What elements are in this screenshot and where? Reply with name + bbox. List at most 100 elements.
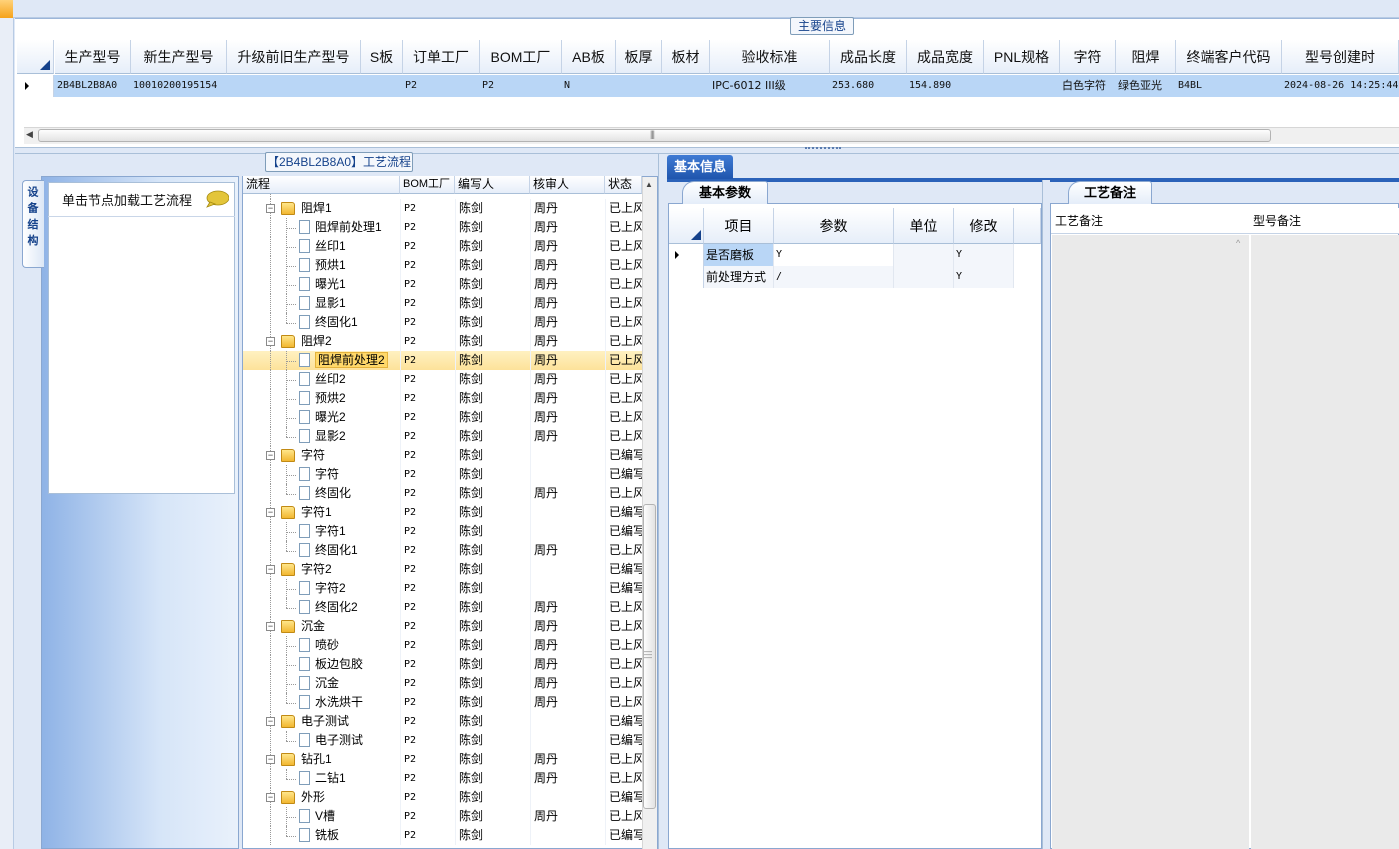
tree-row[interactable]: − 字符2 P2 陈剑 已编写 bbox=[243, 560, 642, 579]
tree-row[interactable]: 曝光2 P2 陈剑 周丹 已上风 bbox=[243, 408, 642, 427]
tree-row[interactable]: 终固化 P2 陈剑 周丹 已上风 bbox=[243, 484, 642, 503]
column-header-new-production-model[interactable]: 新生产型号 bbox=[131, 40, 227, 74]
tree-node-label[interactable]: 丝印1 bbox=[315, 237, 401, 256]
tree-node-label[interactable]: 丝印2 bbox=[315, 370, 401, 389]
cell-old-production-model[interactable] bbox=[229, 75, 360, 97]
flow-column-header-status[interactable]: 状态 bbox=[605, 176, 642, 194]
tab-basic-params[interactable]: 基本参数 bbox=[682, 181, 768, 204]
tree-node-label[interactable]: 铣板 bbox=[315, 826, 401, 845]
params-column-header-param[interactable]: 参数 bbox=[774, 208, 894, 244]
tree-node-label[interactable]: 钻孔1 bbox=[301, 750, 399, 769]
tree-node-label[interactable]: 二钻1 bbox=[315, 769, 401, 788]
tree-node-label[interactable]: V槽 bbox=[315, 807, 401, 826]
tree-node-label[interactable]: 字符1 bbox=[301, 503, 399, 522]
tree-node-label[interactable]: 显影2 bbox=[315, 427, 401, 446]
model-notes-textarea[interactable] bbox=[1251, 235, 1399, 849]
column-header-old-production-model[interactable]: 升级前旧生产型号 bbox=[227, 40, 361, 74]
column-header-model-created-time[interactable]: 型号创建时 bbox=[1282, 40, 1399, 74]
collapse-toggle-icon[interactable]: − bbox=[266, 755, 275, 764]
cell-bom-factory[interactable]: P2 bbox=[482, 75, 561, 97]
params-cell-modify[interactable]: Y bbox=[954, 266, 1014, 288]
horizontal-splitter[interactable] bbox=[15, 147, 1399, 154]
tree-row[interactable]: − 电子测试 P2 陈剑 已编写 bbox=[243, 712, 642, 731]
tree-row[interactable]: 字符1 P2 陈剑 已编写 bbox=[243, 522, 642, 541]
tree-row[interactable]: − 字符1 P2 陈剑 已编写 bbox=[243, 503, 642, 522]
tree-row[interactable]: 丝印1 P2 陈剑 周丹 已上风 bbox=[243, 237, 642, 256]
tree-row[interactable]: 铣板 P2 陈剑 已编写 bbox=[243, 826, 642, 845]
params-column-header-item[interactable]: 项目 bbox=[704, 208, 774, 244]
tree-row[interactable]: 曝光1 P2 陈剑 周丹 已上风 bbox=[243, 275, 642, 294]
column-header-board-thickness[interactable]: 板厚 bbox=[616, 40, 662, 74]
notes-scrollbar[interactable] bbox=[1233, 235, 1249, 849]
tree-node-label[interactable]: 电子测试 bbox=[301, 712, 399, 731]
cell-production-model[interactable]: 2B4BL2B8A0 bbox=[57, 75, 130, 97]
params-row[interactable]: 是否磨板 Y Y bbox=[669, 244, 1041, 266]
tab-basic-info[interactable]: 基本信息 bbox=[667, 155, 733, 179]
flow-column-header-flow[interactable]: 流程 bbox=[243, 176, 400, 194]
params-cell-unit[interactable] bbox=[894, 244, 954, 266]
collapse-toggle-icon[interactable]: − bbox=[266, 204, 275, 213]
grid-corner-header[interactable] bbox=[17, 40, 54, 74]
column-header-solder-mask[interactable]: 阻焊 bbox=[1116, 40, 1176, 74]
horizontal-scroll-thumb[interactable] bbox=[38, 129, 1271, 142]
tree-node-label[interactable]: 阻焊1 bbox=[301, 199, 399, 218]
cell-end-customer-code[interactable]: B4BL bbox=[1178, 75, 1281, 97]
tree-node-label[interactable]: 终固化 bbox=[315, 484, 401, 503]
tree-row[interactable]: − 外形 P2 陈剑 已编写 bbox=[243, 788, 642, 807]
cell-board-material[interactable] bbox=[664, 75, 709, 97]
cell-model-created-time[interactable]: 2024-08-26 14:25:44 bbox=[1284, 75, 1398, 97]
splitter-grip-icon[interactable] bbox=[805, 147, 841, 150]
column-header-finished-width[interactable]: 成品宽度 bbox=[907, 40, 984, 74]
vertical-splitter[interactable] bbox=[1042, 180, 1050, 849]
collapse-toggle-icon[interactable]: − bbox=[266, 717, 275, 726]
params-column-header-unit[interactable]: 单位 bbox=[894, 208, 954, 244]
column-header-finished-length[interactable]: 成品长度 bbox=[830, 40, 907, 74]
tree-node-label[interactable]: 终固化1 bbox=[315, 313, 401, 332]
tree-row[interactable]: 预烘1 P2 陈剑 周丹 已上风 bbox=[243, 256, 642, 275]
tree-node-label[interactable]: 沉金 bbox=[315, 674, 401, 693]
tree-row[interactable]: 预烘2 P2 陈剑 周丹 已上风 bbox=[243, 389, 642, 408]
tab-process-notes[interactable]: 工艺备注 bbox=[1068, 181, 1152, 204]
params-cell-unit[interactable] bbox=[894, 266, 954, 288]
process-notes-textarea[interactable] bbox=[1052, 235, 1249, 849]
tree-node-label[interactable]: 沉金 bbox=[301, 617, 399, 636]
tree-node-label[interactable]: 电子测试 bbox=[315, 731, 401, 750]
tree-node-label[interactable]: 字符 bbox=[315, 465, 401, 484]
cell-ab-board[interactable]: N bbox=[564, 75, 615, 97]
cell-pnl-spec[interactable] bbox=[986, 75, 1059, 97]
tree-row[interactable]: 电子测试 P2 陈剑 已编写 bbox=[243, 731, 642, 750]
tree-node-label[interactable]: 曝光1 bbox=[315, 275, 401, 294]
column-header-production-model[interactable]: 生产型号 bbox=[55, 40, 131, 74]
tree-row[interactable]: 终固化1 P2 陈剑 周丹 已上风 bbox=[243, 541, 642, 560]
tree-row[interactable]: 丝印2 P2 陈剑 周丹 已上风 bbox=[243, 370, 642, 389]
tree-row[interactable]: 阻焊前处理2 P2 陈剑 周丹 已上风 bbox=[243, 351, 642, 370]
flow-column-header-reviewer[interactable]: 核审人 bbox=[530, 176, 605, 194]
collapse-toggle-icon[interactable]: − bbox=[266, 793, 275, 802]
row-indicator[interactable] bbox=[669, 266, 704, 288]
tree-node-label[interactable]: 喷砂 bbox=[315, 636, 401, 655]
tree-node-label[interactable]: 外形 bbox=[301, 788, 399, 807]
scroll-left-arrow-icon[interactable]: ◀ bbox=[26, 129, 33, 140]
cell-finished-width[interactable]: 154.890 bbox=[909, 75, 983, 97]
flow-column-header-writer[interactable]: 编写人 bbox=[455, 176, 530, 194]
tree-row[interactable]: − 沉金 P2 陈剑 周丹 已上风 bbox=[243, 617, 642, 636]
collapse-toggle-icon[interactable]: − bbox=[266, 508, 275, 517]
tree-row[interactable]: 显影2 P2 陈剑 周丹 已上风 bbox=[243, 427, 642, 446]
tree-row[interactable]: 终固化1 P2 陈剑 周丹 已上风 bbox=[243, 313, 642, 332]
scroll-up-arrow-icon[interactable]: ^ bbox=[1236, 238, 1240, 248]
row-indicator[interactable] bbox=[17, 75, 54, 97]
vertical-splitter[interactable] bbox=[658, 154, 666, 849]
tree-node-label[interactable]: 字符2 bbox=[315, 579, 401, 598]
cell-finished-length[interactable]: 253.680 bbox=[832, 75, 906, 97]
tree-node-label[interactable]: 预烘2 bbox=[315, 389, 401, 408]
column-header-character[interactable]: 字符 bbox=[1060, 40, 1116, 74]
tree-node-label[interactable]: 字符2 bbox=[301, 560, 399, 579]
cell-board-thickness[interactable] bbox=[618, 75, 661, 97]
cell-solder-mask[interactable]: 绿色亚光 bbox=[1118, 75, 1175, 97]
column-header-ab-board[interactable]: AB板 bbox=[562, 40, 616, 74]
column-header-board-material[interactable]: 板材 bbox=[662, 40, 710, 74]
collapse-toggle-icon[interactable]: − bbox=[266, 451, 275, 460]
tree-node-label[interactable]: 显影1 bbox=[315, 294, 401, 313]
tree-row[interactable]: 喷砂 P2 陈剑 周丹 已上风 bbox=[243, 636, 642, 655]
params-cell-param[interactable]: Y bbox=[774, 244, 894, 266]
